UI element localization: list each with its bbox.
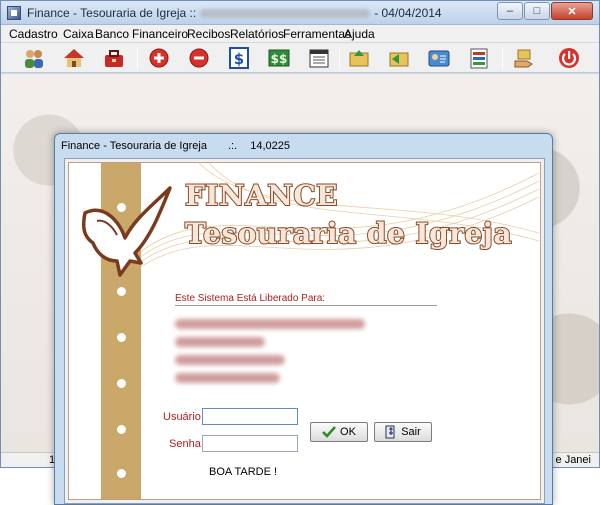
exit-button[interactable]: Sair xyxy=(374,422,432,442)
menu-financeiro[interactable]: Financeiro xyxy=(132,27,188,41)
divider xyxy=(175,305,437,306)
church-icon[interactable] xyxy=(62,46,86,70)
redacted-text xyxy=(200,9,371,19)
window-title: Finance - Tesouraria de Igreja :: - 04/04… xyxy=(27,6,442,20)
exit-door-icon xyxy=(385,425,395,439)
hole xyxy=(117,425,126,434)
menu-caixa[interactable]: Caixa xyxy=(63,27,94,41)
reports-icon[interactable] xyxy=(467,46,491,70)
menu-ferramentas[interactable]: Ferramentas xyxy=(283,27,351,41)
exit-label: Sair xyxy=(401,426,421,438)
app-icon[interactable] xyxy=(7,6,21,20)
close-button[interactable]: ✕ xyxy=(551,2,593,20)
menu-relatorios[interactable]: Relatórios xyxy=(230,27,284,41)
power-icon[interactable] xyxy=(557,46,581,70)
redacted-text xyxy=(175,373,280,383)
svg-text:$: $ xyxy=(234,50,244,68)
redacted-text xyxy=(175,337,265,347)
minimize-button[interactable]: – xyxy=(497,2,523,20)
dialog-frame: FINANCE Tesouraria de Igreja Este Sistem… xyxy=(64,158,545,504)
password-label: Senha xyxy=(169,438,201,450)
id-card-icon[interactable] xyxy=(427,46,451,70)
dollar-icon[interactable]: $ xyxy=(227,46,251,70)
folder-up-icon[interactable] xyxy=(347,46,371,70)
folder-in-icon[interactable] xyxy=(387,46,411,70)
dialog-title: Finance - Tesouraria de Igreja .:. 14,02… xyxy=(61,140,290,152)
version-sep: .:. xyxy=(228,140,238,152)
user-field[interactable] xyxy=(202,408,298,425)
password-field[interactable] xyxy=(202,435,298,452)
hole xyxy=(117,379,126,388)
title-bar[interactable]: Finance - Tesouraria de Igreja :: - 04/04… xyxy=(1,1,599,25)
check-icon xyxy=(322,426,336,438)
redacted-text xyxy=(175,319,365,329)
hole xyxy=(117,333,126,342)
dialog-title-text: Finance - Tesouraria de Igreja xyxy=(61,140,207,152)
add-entry-icon[interactable] xyxy=(147,46,171,70)
menu-ajuda[interactable]: Ajuda xyxy=(344,27,375,41)
toolbox-icon[interactable] xyxy=(102,46,126,70)
maximize-button[interactable]: □ xyxy=(524,2,550,20)
menu-cadastro[interactable]: Cadastro xyxy=(9,27,58,41)
user-label: Usuário xyxy=(163,411,201,423)
hole xyxy=(117,469,126,478)
menu-banco[interactable]: Banco xyxy=(95,27,129,41)
svg-text:$$: $$ xyxy=(271,52,288,66)
login-panel: FINANCE Tesouraria de Igreja Este Sistem… xyxy=(68,162,541,500)
window-title-app: Finance - Tesouraria de Igreja :: xyxy=(27,6,197,20)
dove-logo-icon xyxy=(81,186,172,277)
ok-label: OK xyxy=(340,426,356,438)
ok-button[interactable]: OK xyxy=(310,422,368,442)
version-number: 14,0225 xyxy=(250,140,290,152)
login-dialog: Finance - Tesouraria de Igreja .:. 14,02… xyxy=(54,133,553,505)
cash-icon[interactable]: $$ xyxy=(267,46,291,70)
remove-entry-icon[interactable] xyxy=(187,46,211,70)
status-right: e Janei xyxy=(555,454,591,466)
window-title-date: - 04/04/2014 xyxy=(374,6,442,20)
logo-title: FINANCE xyxy=(184,178,339,213)
logo-subtitle: Tesouraria de Igreja xyxy=(184,216,513,251)
toolbar: $ $$ xyxy=(1,43,599,73)
menu-recibos[interactable]: Recibos xyxy=(187,27,230,41)
hole xyxy=(117,287,126,296)
redacted-text xyxy=(175,355,285,365)
calendar-icon[interactable] xyxy=(307,46,331,70)
licensed-label: Este Sistema Está Liberado Para: xyxy=(175,293,326,304)
menu-bar: Cadastro Caixa Banco Financeiro Recibos … xyxy=(1,25,599,43)
members-icon[interactable] xyxy=(22,46,46,70)
greeting-text: BOA TARDE ! xyxy=(209,466,278,478)
money-hand-icon[interactable] xyxy=(512,46,536,70)
